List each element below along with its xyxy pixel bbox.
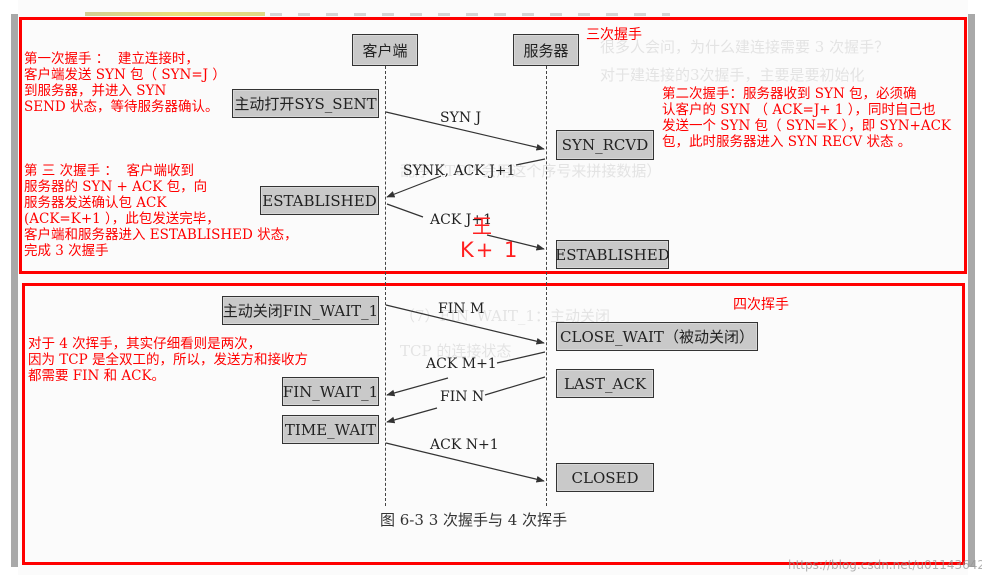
state-sys-sent: 主动打开SYS_SENT [232,89,379,118]
note-four-way-wave: 对于 4 次挥手，其实仔细看则是两次， 因为 TCP 是全双工的，所以，发送方和… [28,336,308,384]
client-header: 客户端 [352,34,418,66]
watermark: https://blog.csdn.net/u011436427 [788,558,982,572]
state-server-established: ESTABLISHED [555,240,670,269]
state-fin-wait-1-active: 主动关闭FIN_WAIT_1 [222,296,379,325]
state-syn-rcvd: SYN_RCVD [556,130,654,160]
arrow-fin-n-a [484,376,546,396]
figure-caption: 图 6-3 3 次握手与 4 次挥手 [380,511,568,529]
message-fin-m: FIN M [438,301,485,317]
arrow-ack-m-a [496,351,546,364]
state-closed: CLOSED [556,463,654,492]
three-way-title: 三次握手 [586,27,642,43]
message-syn: SYN J [440,110,482,126]
note-second-handshake: 第二次握手：服务器收到 SYN 包，必须确 认客户的 SYN （ ACK=J+ … [662,86,951,150]
arrow-ack-a [386,203,424,218]
handwritten-strike: 王 [472,214,492,238]
state-last-ack: LAST_ACK [556,369,654,398]
message-fin-n: FIN N [440,389,485,405]
message-ack-n: ACK N+1 [430,437,499,453]
note-first-handshake: 第一次握手 ： 建立连接时， 客户端发送 SYN 包（ SYN=J ） 到服务器… [24,51,226,115]
arrow-ack-m-b [386,377,449,397]
handwritten-correction: K+ 1 [460,238,520,262]
four-way-title: 四次挥手 [733,297,789,313]
arrow-synack-b [386,175,442,198]
note-third-handshake: 第 三 次握手 ： 客户端收到 服务器的 SYN + ACK 包，向 服务器发送… [24,163,298,259]
state-time-wait: TIME_WAIT [282,415,379,444]
arrow-synack-a [515,158,546,166]
arrow-fin-n-b [386,407,438,424]
message-synack: SYNK, ACK J+1 [403,163,516,179]
message-ack-m: ACK M+1 [426,356,497,372]
state-close-wait: CLOSE_WAIT（被动关闭） [556,322,758,351]
server-header: 服务器 [513,34,579,66]
